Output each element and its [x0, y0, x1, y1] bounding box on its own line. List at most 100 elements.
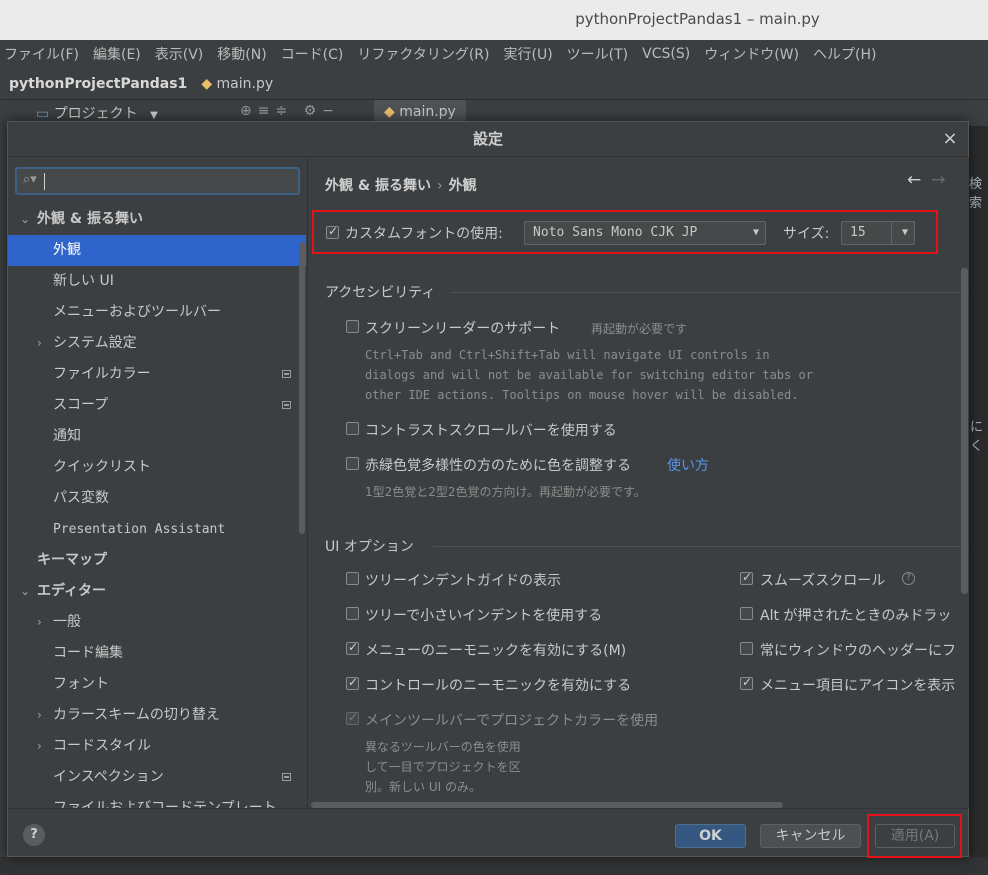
tool-window-actions[interactable]: ⊕≡≑ ⚙−	[240, 103, 340, 119]
menu-vcs[interactable]: VCS(S)	[642, 46, 690, 62]
collapse-all-icon[interactable]: ≑	[275, 103, 293, 119]
project-level-icon	[282, 401, 291, 409]
how-it-works-link[interactable]: 使い方	[667, 455, 709, 475]
settings-content-panel: 外観 & 振る舞い›外観 ←→ カスタムフォントの使用: Noto Sans M…	[309, 158, 969, 808]
chevron-down-icon: ▼	[752, 227, 759, 238]
expand-all-icon[interactable]: ≡	[258, 103, 276, 119]
tree-item-path-variables[interactable]: パス変数	[8, 483, 306, 514]
menu-tools[interactable]: ツール(T)	[567, 44, 628, 64]
gear-icon[interactable]: ⚙	[304, 103, 323, 119]
alt-drag-checkbox[interactable]	[740, 607, 753, 620]
tree-item-system-settings[interactable]: › システム設定	[8, 328, 306, 359]
window-title: pythonProjectPandas1 – main.py	[575, 10, 820, 28]
font-size-combobox[interactable]: 15 ▼	[841, 221, 915, 245]
settings-search-input[interactable]: ⌕▾	[15, 167, 300, 195]
window-header-checkbox[interactable]	[740, 642, 753, 655]
tree-item-new-ui[interactable]: 新しい UI	[8, 266, 306, 297]
help-button[interactable]: ?	[23, 824, 45, 846]
tree-item-label: スコープ	[53, 397, 109, 413]
menu-window[interactable]: ウィンドウ(W)	[704, 44, 799, 64]
forward-arrow-icon[interactable]: →	[931, 170, 945, 190]
tree-item-editor[interactable]: ⌄ エディター	[8, 576, 306, 607]
menu-icons-label: メニュー項目にアイコンを表示	[760, 678, 956, 694]
nav-file[interactable]: ◆ main.py	[201, 76, 273, 92]
breadcrumb-parent[interactable]: 外観 & 振る舞い	[325, 178, 431, 194]
tree-item-appearance-behavior[interactable]: ⌄ 外観 & 振る舞い	[8, 204, 306, 235]
nav-project[interactable]: pythonProjectPandas1	[9, 76, 187, 92]
compact-tree-indent-checkbox[interactable]	[346, 607, 359, 620]
menu-file[interactable]: ファイル(F)	[4, 44, 79, 64]
combo-divider	[891, 222, 892, 244]
tree-item-label: メニューおよびツールバー	[53, 304, 221, 320]
breadcrumb-current: 外観	[448, 178, 477, 194]
content-vertical-scrollbar[interactable]	[961, 268, 968, 594]
smooth-scrolling-checkbox[interactable]	[740, 570, 753, 585]
chevron-right-icon: ›	[37, 615, 42, 629]
menu-refactor[interactable]: リファクタリング(R)	[357, 44, 489, 64]
menu-run[interactable]: 実行(U)	[503, 44, 552, 64]
tree-item-label: インスペクション	[53, 769, 164, 785]
project-view-selector[interactable]: ▭ プロジェクト ▼	[36, 103, 158, 123]
menu-view[interactable]: 表示(V)	[155, 44, 204, 64]
tree-indent-guides-checkbox[interactable]	[346, 572, 359, 585]
menu-icons-checkbox[interactable]	[740, 675, 753, 690]
tree-item-color-scheme[interactable]: › カラースキームの切り替え	[8, 700, 306, 731]
tree-item-quick-lists[interactable]: クイックリスト	[8, 452, 306, 483]
tree-item-label: カラースキームの切り替え	[53, 707, 220, 723]
menu-mnemonics-checkbox[interactable]	[346, 640, 359, 655]
tree-item-keymap[interactable]: キーマップ	[8, 545, 306, 576]
font-size-label: サイズ:	[783, 226, 830, 242]
screen-reader-checkbox[interactable]	[346, 320, 359, 333]
project-level-icon	[282, 370, 291, 378]
back-arrow-icon[interactable]: ←	[907, 170, 921, 190]
window-titlebar: pythonProjectPandas1 – main.py	[0, 0, 988, 40]
tree-item-file-code-templates[interactable]: ファイルおよびコードテンプレート	[8, 793, 306, 808]
tree-item-label: 新しい UI	[53, 273, 114, 289]
tree-item-general[interactable]: › 一般	[8, 607, 306, 638]
locate-icon[interactable]: ⊕	[240, 103, 258, 119]
chevron-down-icon: ⌄	[20, 212, 31, 226]
menu-navigate[interactable]: 移動(N)	[217, 44, 266, 64]
tree-item-presentation-assistant[interactable]: Presentation Assistant	[8, 514, 306, 545]
ok-button[interactable]: OK	[675, 824, 746, 848]
close-icon[interactable]: ×	[941, 130, 959, 148]
menu-code[interactable]: コード(C)	[281, 44, 344, 64]
contrast-scrollbars-checkbox[interactable]	[346, 422, 359, 435]
font-family-dropdown[interactable]: Noto Sans Mono CJK JP ▼	[524, 221, 766, 245]
editor-edge-text-2: にく	[970, 420, 984, 454]
control-mnemonics-checkbox[interactable]	[346, 675, 359, 690]
project-level-icon	[282, 773, 291, 781]
tree-item-font[interactable]: フォント	[8, 669, 306, 700]
hide-icon[interactable]: −	[322, 103, 340, 119]
smooth-scrolling-label: スムーズスクロール	[760, 573, 886, 589]
tree-item-label: ファイルおよびコードテンプレート	[53, 800, 277, 808]
alt-drag-label: Alt が押されたときのみドラッ	[760, 608, 952, 624]
chevron-right-icon: ›	[37, 336, 42, 350]
cancel-button[interactable]: キャンセル	[760, 824, 861, 848]
editor-tab-label: main.py	[399, 104, 456, 120]
menu-edit[interactable]: 編集(E)	[93, 44, 141, 64]
custom-font-checkbox[interactable]	[326, 224, 339, 239]
navigation-bar: pythonProjectPandas1 ◆ main.py	[0, 68, 988, 100]
tree-item-appearance[interactable]: 外観	[8, 235, 306, 266]
tree-item-label: クイックリスト	[53, 459, 151, 475]
tree-scrollbar[interactable]	[299, 242, 305, 534]
history-navigation: ← →	[907, 170, 946, 190]
editor-edge-text: 検索	[969, 177, 983, 211]
tree-item-code-editing[interactable]: コード編集	[8, 638, 306, 669]
tree-item-notifications[interactable]: 通知	[8, 421, 306, 452]
tree-item-label: システム設定	[53, 335, 137, 351]
question-mark-icon[interactable]: ?	[902, 572, 915, 585]
compact-tree-indent-label: ツリーで小さいインデントを使用する	[365, 608, 603, 624]
color-deficiency-checkbox[interactable]	[346, 457, 359, 470]
editor-background	[968, 126, 988, 875]
tree-item-label: 通知	[53, 428, 81, 444]
tree-item-code-style[interactable]: › コードスタイル	[8, 731, 306, 762]
font-family-value: Noto Sans Mono CJK JP	[533, 225, 698, 240]
project-color-toolbar-checkbox[interactable]	[346, 710, 359, 725]
tree-item-file-colors[interactable]: ファイルカラー	[8, 359, 306, 390]
tree-item-inspections[interactable]: インスペクション	[8, 762, 306, 793]
menu-help[interactable]: ヘルプ(H)	[813, 44, 876, 64]
tree-item-scopes[interactable]: スコープ	[8, 390, 306, 421]
tree-item-menus-toolbars[interactable]: メニューおよびツールバー	[8, 297, 306, 328]
